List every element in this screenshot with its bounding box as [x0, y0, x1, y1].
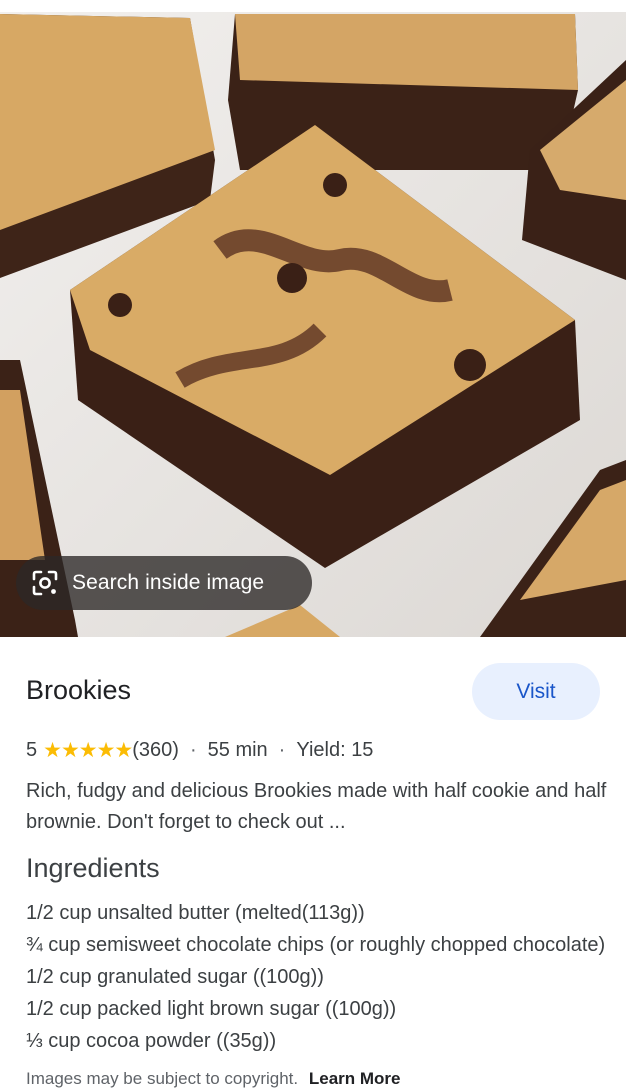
recipe-meta: 5 ★★★★★ (360) · 55 min · Yield: 15 [26, 738, 373, 763]
separator-dot: · [189, 739, 197, 761]
rating-stars: ★★★★★ [43, 739, 133, 762]
lens-icon [30, 568, 60, 598]
cook-time: 55 min [207, 739, 268, 761]
recipe-description: Rich, fudgy and delicious Brookies made … [26, 780, 607, 833]
ingredients-list: 1/2 cup unsalted butter (melted(113g)) ¾… [26, 897, 606, 1057]
ingredient-item: 1/2 cup unsalted butter (melted(113g)) [26, 902, 365, 924]
ingredient-item: 1/2 cup packed light brown sugar ((100g)… [26, 998, 397, 1020]
rating-value: 5 [26, 739, 38, 761]
copyright-text: Images may be subject to copyright. [26, 1069, 299, 1088]
review-count: (360) [132, 739, 179, 761]
recipe-yield: Yield: 15 [296, 739, 374, 761]
brookies-photo [0, 0, 626, 637]
search-inside-image-button[interactable]: Search inside image [16, 556, 312, 610]
recipe-title[interactable]: Brookies [26, 675, 131, 706]
learn-more-link[interactable]: Learn More [309, 1069, 401, 1088]
ingredient-item: ¾ cup semisweet chocolate chips (or roug… [26, 934, 606, 956]
separator-dot: · [278, 739, 286, 761]
ingredient-item: 1/2 cup granulated sugar ((100g)) [26, 966, 324, 988]
recipe-image[interactable]: Search inside image [0, 0, 626, 637]
visit-button[interactable]: Visit [472, 663, 600, 720]
recipe-card: Brookies Visit 5 ★★★★★ (360) · 55 min · … [0, 637, 626, 1088]
search-inside-image-label: Search inside image [72, 571, 265, 594]
ingredient-item: ⅓ cup cocoa powder ((35g)) [26, 1030, 277, 1052]
ingredients-heading: Ingredients [26, 853, 160, 883]
copyright-notice: Images may be subject to copyright. Lear… [26, 1069, 401, 1089]
